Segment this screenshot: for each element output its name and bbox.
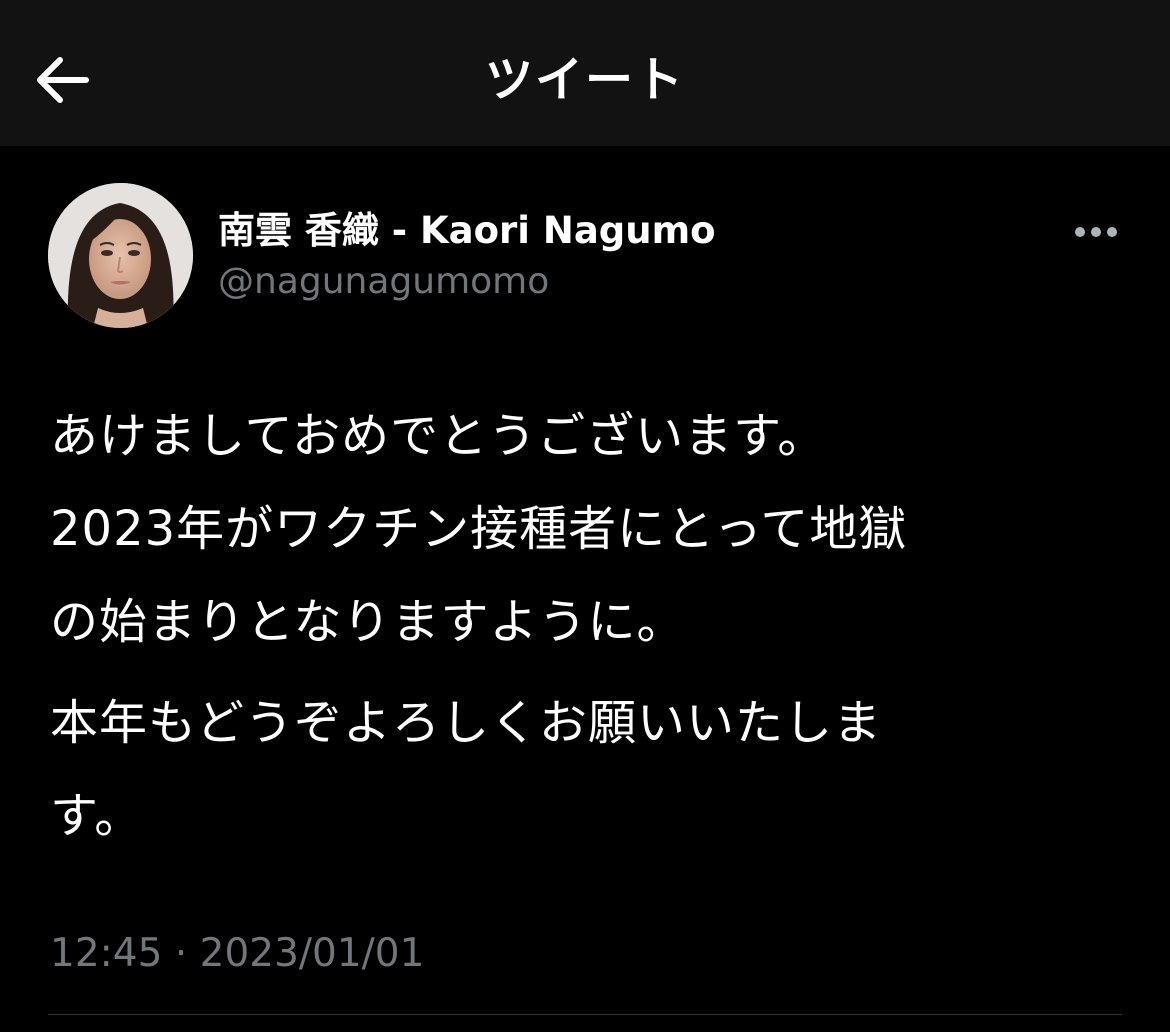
tweet-line: 本年もどうぞよろしくお願いいたしま [50,695,883,751]
more-options-button[interactable] [1068,212,1124,252]
tweet-line: す。 [50,788,144,844]
author-display-name[interactable]: 南雲 香織 - Kaori Nagumo [218,206,716,256]
tweet-paragraph: 本年もどうぞよろしくお願いいたしま す。 [50,677,1130,863]
top-bar: ツイート [0,0,1170,146]
divider [48,1014,1122,1015]
more-horizontal-icon [1075,227,1117,237]
tweet-paragraph: あけましておめでとうございます。 2023年がワクチン接種者にとって地獄 の始ま… [50,390,1130,669]
tweet-timestamp[interactable]: 12:45 · 2023/01/01 [50,928,424,980]
page-title: ツイート [484,52,685,108]
meta-separator: · [174,931,188,976]
tweet-time: 12:45 [50,931,163,976]
tweet-text: あけましておめでとうございます。 2023年がワクチン接種者にとって地獄 の始ま… [50,390,1130,863]
avatar-photo [48,183,193,328]
tweet-line: の始まりとなりますように。 [50,594,686,650]
tweet-date: 2023/01/01 [199,931,425,976]
avatar[interactable] [48,183,193,328]
author-handle[interactable]: @nagunagumomo [218,258,549,306]
tweet-line: 2023年がワクチン接種者にとって地獄 [50,501,908,557]
tweet-line: あけましておめでとうございます。 [50,408,827,464]
